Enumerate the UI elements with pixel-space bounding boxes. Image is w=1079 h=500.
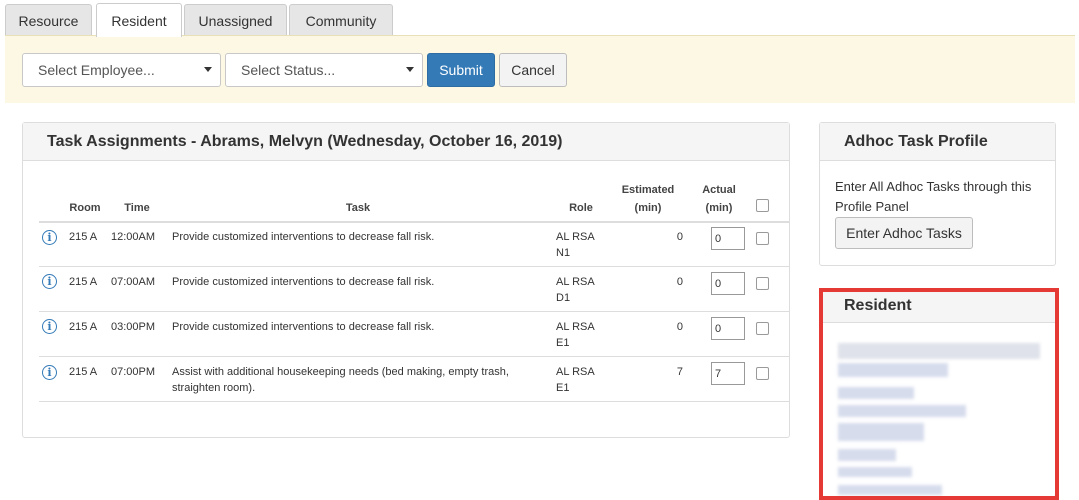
panel-title: Task Assignments - Abrams, Melvyn (Wedne… <box>23 123 789 161</box>
status-select[interactable]: Select Status... <box>225 53 423 87</box>
caret-down-icon <box>406 67 414 72</box>
actual-minutes-input[interactable] <box>711 362 745 385</box>
row-divider <box>39 266 790 267</box>
row-role: AL RSA D1 <box>556 276 595 304</box>
row-room: 215 A <box>69 366 98 378</box>
task-assignments-panel: Task Assignments - Abrams, Melvyn (Wedne… <box>22 122 790 438</box>
row-estimated: 0 <box>676 231 683 243</box>
row-checkbox[interactable] <box>756 322 769 335</box>
filter-bar: Select Employee... Select Status... Subm… <box>5 35 1075 103</box>
row-room: 215 A <box>69 231 98 243</box>
actual-minutes-input[interactable] <box>711 317 745 340</box>
row-role: AL RSA E1 <box>556 366 595 394</box>
col-header-role: Role <box>569 202 593 214</box>
row-task: Provide customized interventions to decr… <box>172 321 435 333</box>
row-task: Assist with additional housekeeping need… <box>172 366 509 394</box>
row-room: 215 A <box>69 276 98 288</box>
actual-minutes-input[interactable] <box>711 272 745 295</box>
row-task: Provide customized interventions to decr… <box>172 276 435 288</box>
info-icon[interactable]: i <box>42 365 57 380</box>
row-time: 07:00AM <box>111 276 156 288</box>
header-divider <box>39 221 790 223</box>
cancel-button[interactable]: Cancel <box>499 53 567 87</box>
row-divider <box>39 356 790 357</box>
status-select-placeholder: Select Status... <box>241 62 336 78</box>
row-time: 07:00PM <box>111 366 156 378</box>
adhoc-instructions: Enter All Adhoc Tasks through this Profi… <box>835 179 1032 214</box>
tab-label: Resource <box>18 12 79 29</box>
row-estimated: 7 <box>676 366 683 378</box>
row-estimated: 0 <box>676 276 683 288</box>
tab-label: Unassigned <box>198 12 273 29</box>
row-checkbox[interactable] <box>756 232 769 245</box>
submit-button[interactable]: Submit <box>427 53 495 87</box>
adhoc-task-profile-panel: Adhoc Task Profile Enter All Adhoc Tasks… <box>819 122 1056 266</box>
employee-select[interactable]: Select Employee... <box>22 53 221 87</box>
row-checkbox[interactable] <box>756 277 769 290</box>
tab-resource[interactable]: Resource <box>5 4 92 36</box>
col-header-time: Time <box>124 202 150 214</box>
tab-community[interactable]: Community <box>289 4 393 36</box>
tab-unassigned[interactable]: Unassigned <box>184 4 287 36</box>
resident-panel: Resident <box>819 288 1056 497</box>
panel-title: Adhoc Task Profile <box>820 123 1055 161</box>
row-task: Provide customized interventions to decr… <box>172 231 435 243</box>
select-all-checkbox[interactable] <box>756 199 769 212</box>
tab-resident[interactable]: Resident <box>96 3 182 37</box>
tab-bar: Resource Resident Unassigned Community <box>0 0 1079 37</box>
caret-down-icon <box>204 67 212 72</box>
row-role: AL RSA E1 <box>556 321 595 349</box>
info-icon[interactable]: i <box>42 230 57 245</box>
row-estimated: 0 <box>676 321 683 333</box>
col-header-estimated: Estimated (min) <box>621 184 675 214</box>
employee-select-placeholder: Select Employee... <box>38 62 155 78</box>
row-time: 03:00PM <box>111 321 156 333</box>
row-divider <box>39 401 790 402</box>
actual-minutes-input[interactable] <box>711 227 745 250</box>
tab-label: Resident <box>111 12 167 29</box>
tab-label: Community <box>305 12 377 29</box>
info-icon[interactable]: i <box>42 274 57 289</box>
row-checkbox[interactable] <box>756 367 769 380</box>
row-role: AL RSA N1 <box>556 231 595 259</box>
panel-title: Resident <box>820 289 1055 323</box>
row-room: 215 A <box>69 321 98 333</box>
info-icon[interactable]: i <box>42 319 57 334</box>
col-header-task: Task <box>345 202 371 214</box>
row-divider <box>39 311 790 312</box>
col-header-actual: Actual (min) <box>702 184 736 214</box>
col-header-room: Room <box>69 202 101 214</box>
enter-adhoc-tasks-button[interactable]: Enter Adhoc Tasks <box>835 217 973 249</box>
row-time: 12:00AM <box>111 231 156 243</box>
